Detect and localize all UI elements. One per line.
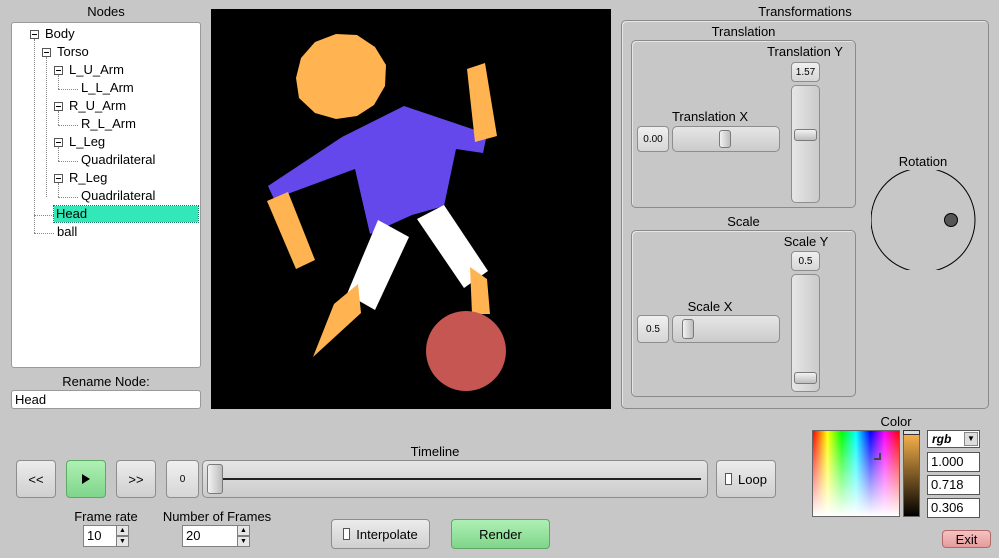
color-gradient[interactable]: [812, 430, 900, 517]
timeline-thumb[interactable]: [207, 464, 223, 494]
tree-guide: [46, 57, 47, 197]
timeline-slider[interactable]: [202, 460, 708, 498]
increment-icon[interactable]: ▲: [237, 525, 250, 536]
tree-node-quadrilateral[interactable]: Quadrilateral: [79, 188, 157, 204]
tree-guide: [34, 39, 35, 233]
collapse-icon[interactable]: [54, 138, 63, 147]
tree-guide: [58, 197, 78, 198]
loop-checkbox[interactable]: [725, 473, 733, 485]
translation-x-label: Translation X: [671, 109, 749, 124]
decrement-icon[interactable]: ▼: [116, 536, 129, 547]
translation-y-value: 1.57: [791, 62, 820, 82]
tree-node-ball[interactable]: ball: [55, 224, 79, 240]
color-title: Color: [880, 414, 912, 429]
color-b-field[interactable]: 0.306: [927, 498, 980, 518]
ball-shape: [426, 311, 506, 391]
timeline-groove: [211, 478, 701, 480]
tree-node-r-l-arm[interactable]: R_L_Arm: [79, 116, 138, 132]
color-mode-value: rgb: [932, 432, 952, 446]
frame-rate-label: Frame rate: [74, 509, 138, 524]
rotation-handle: [944, 213, 958, 227]
num-frames-label: Number of Frames: [162, 509, 272, 524]
translation-y-slider[interactable]: [791, 85, 820, 203]
tree-node-head[interactable]: Head: [53, 205, 199, 223]
tree-guide: [58, 147, 59, 161]
collapse-icon[interactable]: [54, 174, 63, 183]
node-tree[interactable]: Body Torso L_U_Arm L_L_Arm R_U_Arm R_L_A…: [11, 22, 201, 368]
translation-x-slider[interactable]: [672, 126, 780, 152]
collapse-icon[interactable]: [54, 66, 63, 75]
tree-guide: [58, 125, 78, 126]
tree-node-torso[interactable]: Torso: [55, 44, 91, 60]
interpolate-toggle[interactable]: Interpolate: [331, 519, 430, 549]
rename-node-label: Rename Node:: [62, 374, 150, 389]
scale-y-thumb[interactable]: [794, 372, 817, 384]
translation-y-label: Translation Y: [767, 44, 843, 59]
collapse-icon[interactable]: [54, 102, 63, 111]
color-value-slider[interactable]: [903, 430, 920, 517]
scale-x-label: Scale X: [687, 299, 733, 314]
scale-x-slider[interactable]: [672, 315, 780, 343]
collapse-icon[interactable]: [42, 48, 51, 57]
num-frames-value[interactable]: 20: [182, 525, 238, 547]
forward-button[interactable]: >>: [116, 460, 156, 498]
scene-canvas[interactable]: [211, 9, 611, 409]
increment-icon[interactable]: ▲: [116, 525, 129, 536]
tree-node-r-u-arm[interactable]: R_U_Arm: [67, 98, 128, 114]
color-value-thumb[interactable]: [903, 430, 920, 435]
play-icon: [82, 474, 90, 484]
scale-x-thumb[interactable]: [682, 319, 694, 339]
tree-node-quadrilateral[interactable]: Quadrilateral: [79, 152, 157, 168]
translation-group: [631, 40, 856, 208]
tree-guide: [58, 89, 78, 90]
translation-x-thumb[interactable]: [719, 130, 731, 148]
tree-guide: [34, 233, 54, 234]
play-button[interactable]: [66, 460, 106, 498]
color-mode-select[interactable]: rgb ▼: [927, 430, 980, 448]
translation-title: Translation: [711, 24, 776, 39]
rotation-dial[interactable]: [870, 167, 976, 273]
color-g-field[interactable]: 0.718: [927, 475, 980, 495]
decrement-icon[interactable]: ▼: [237, 536, 250, 547]
frame-rate-spinner[interactable]: 10 ▲ ▼: [83, 525, 131, 547]
scale-title: Scale: [727, 214, 760, 229]
tree-node-l-leg[interactable]: L_Leg: [67, 134, 107, 150]
rewind-button[interactable]: <<: [16, 460, 56, 498]
loop-label: Loop: [738, 471, 767, 487]
tree-node-body[interactable]: Body: [43, 26, 77, 42]
color-r-field[interactable]: 1.000: [927, 452, 980, 472]
tree-node-l-l-arm[interactable]: L_L_Arm: [79, 80, 136, 96]
tree-node-r-leg[interactable]: R_Leg: [67, 170, 109, 186]
tree-node-l-u-arm[interactable]: L_U_Arm: [67, 62, 126, 78]
transformations-title: Transformations: [758, 4, 852, 19]
tree-guide: [58, 111, 59, 125]
render-button[interactable]: Render: [451, 519, 550, 549]
frame-rate-value[interactable]: 10: [83, 525, 117, 547]
exit-button[interactable]: Exit: [942, 530, 991, 548]
chevron-down-icon: ▼: [964, 432, 978, 446]
rotation-label: Rotation: [898, 154, 948, 169]
scale-x-value: 0.5: [637, 315, 669, 343]
rotation-ring: [870, 167, 976, 273]
translation-y-thumb[interactable]: [794, 129, 817, 141]
collapse-icon[interactable]: [30, 30, 39, 39]
scale-y-label: Scale Y: [783, 234, 829, 249]
tree-guide: [34, 215, 54, 216]
color-crosshair: [874, 453, 881, 460]
loop-toggle[interactable]: Loop: [716, 460, 776, 498]
frame-value: 0: [166, 460, 199, 498]
scale-y-slider[interactable]: [791, 274, 820, 392]
nodes-title: Nodes: [87, 4, 125, 19]
rename-node-field[interactable]: Head: [11, 390, 201, 409]
interpolate-label: Interpolate: [356, 526, 418, 542]
tree-guide: [58, 75, 59, 89]
scene-drawing: [211, 9, 611, 409]
translation-x-value: 0.00: [637, 126, 669, 152]
timeline-title: Timeline: [410, 444, 460, 459]
num-frames-spinner[interactable]: 20 ▲ ▼: [182, 525, 252, 547]
scale-y-value: 0.5: [791, 251, 820, 271]
tree-guide: [58, 161, 78, 162]
interpolate-checkbox[interactable]: [343, 528, 351, 540]
tree-guide: [58, 183, 59, 197]
